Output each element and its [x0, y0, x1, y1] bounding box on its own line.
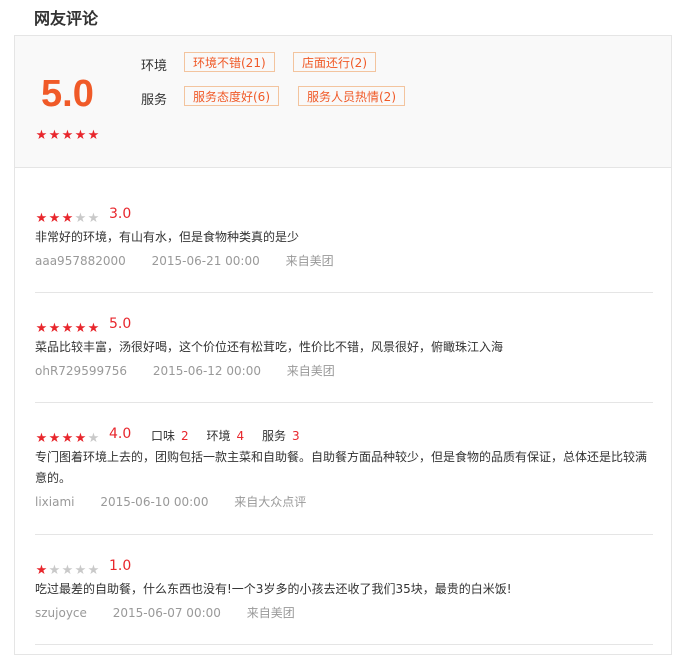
star-empty-icon: ★ — [87, 431, 100, 446]
review-user: aaa957882000 — [35, 254, 126, 268]
sub-score-label: 口味 — [151, 429, 176, 443]
star-filled-icon: ★ — [61, 321, 74, 336]
star-empty-icon: ★ — [74, 211, 87, 226]
star-filled-icon: ★ — [87, 321, 100, 336]
star-filled-icon: ★ — [74, 321, 87, 336]
sub-score-label: 环境 — [206, 429, 231, 443]
review-user: szujoyce — [35, 606, 87, 620]
review-text: 专门图着环境上去的，团购包括一款主菜和自助餐。自助餐方面品种较少，但是食物的品质… — [35, 450, 648, 485]
star-empty-icon: ★ — [61, 563, 74, 578]
review-score: 4.0 — [109, 426, 132, 442]
divider — [35, 402, 653, 403]
review-text: 吃过最差的自助餐，什么东西也没有!一个3岁多的小孩去还收了我们35块，最贵的白米… — [35, 582, 512, 596]
sub-score-value: 3 — [291, 429, 300, 443]
star-empty-icon: ★ — [48, 563, 61, 578]
review-score: 1.0 — [109, 558, 132, 574]
review-score: 5.0 — [109, 316, 132, 332]
tag-button[interactable]: 店面还行(2) — [293, 52, 376, 72]
review-time: 2015-06-10 00:00 — [100, 495, 209, 509]
review-source: 来自大众点评 — [234, 495, 307, 509]
review-meta: szujoyce 2015-06-07 00:00 来自美团 — [35, 604, 317, 621]
star-filled-icon: ★ — [74, 128, 87, 143]
rating-summary: 5.0 ★★★★★ 环境 环境不错(21) 店面还行(2) 服务 服务态度好(6… — [15, 36, 671, 168]
section-title: 网友评论 — [34, 9, 99, 28]
star-filled-icon: ★ — [61, 128, 74, 143]
sub-score-label: 服务 — [261, 429, 286, 443]
star-filled-icon: ★ — [61, 431, 74, 446]
tag-button[interactable]: 环境不错(21) — [184, 52, 275, 72]
review-stars: ★★★★★ — [35, 561, 100, 577]
star-filled-icon: ★ — [61, 211, 74, 226]
tag-button[interactable]: 服务人员热情(2) — [298, 86, 405, 106]
star-filled-icon: ★ — [48, 211, 61, 226]
reviews-panel: 5.0 ★★★★★ 环境 环境不错(21) 店面还行(2) 服务 服务态度好(6… — [14, 35, 672, 655]
review-user: lixiami — [35, 495, 75, 509]
tag-group-label: 环境 — [141, 59, 168, 74]
review-meta: ohR729599756 2015-06-12 00:00 来自美团 — [35, 362, 357, 379]
star-filled-icon: ★ — [87, 128, 100, 143]
review-stars: ★★★★★ — [35, 209, 100, 225]
sub-score-value: 2 — [181, 429, 189, 443]
star-filled-icon: ★ — [35, 563, 48, 578]
divider — [35, 292, 653, 293]
review-source: 来自美团 — [246, 606, 295, 620]
star-empty-icon: ★ — [87, 211, 100, 226]
review-sub-scores: 口味 2 环境 4 服务 3 — [151, 427, 314, 444]
review-source: 来自美团 — [285, 254, 334, 268]
review-time: 2015-06-07 00:00 — [112, 606, 221, 620]
star-filled-icon: ★ — [48, 128, 61, 143]
sub-score-value: 4 — [236, 429, 245, 443]
star-filled-icon: ★ — [35, 128, 48, 143]
star-filled-icon: ★ — [35, 321, 48, 336]
overall-stars: ★★★★★ — [35, 126, 100, 142]
star-filled-icon: ★ — [48, 321, 61, 336]
review-user: ohR729599756 — [35, 364, 127, 378]
review-stars: ★★★★★ — [35, 429, 100, 445]
star-empty-icon: ★ — [74, 563, 87, 578]
review-stars: ★★★★★ — [35, 319, 100, 335]
review-text: 非常好的环境，有山有水，但是食物种类真的是少 — [35, 230, 300, 244]
star-filled-icon: ★ — [48, 431, 61, 446]
review-score: 3.0 — [109, 206, 132, 222]
star-empty-icon: ★ — [87, 563, 100, 578]
review-meta: lixiami 2015-06-10 00:00 来自大众点评 — [35, 493, 328, 510]
tag-button[interactable]: 服务态度好(6) — [184, 86, 279, 106]
review-source: 来自美团 — [286, 364, 335, 378]
tag-group-label: 服务 — [141, 93, 168, 108]
review-text: 菜品比较丰富，汤很好喝，这个价位还有松茸吃，性价比不错，风景很好，俯瞰珠江入海 — [35, 340, 504, 354]
review-time: 2015-06-12 00:00 — [152, 364, 261, 378]
star-filled-icon: ★ — [35, 431, 48, 446]
overall-score: 5.0 — [41, 73, 94, 115]
divider — [35, 644, 653, 645]
star-filled-icon: ★ — [74, 431, 87, 446]
star-filled-icon: ★ — [35, 211, 48, 226]
review-meta: aaa957882000 2015-06-21 00:00 来自美团 — [35, 252, 356, 269]
divider — [35, 534, 653, 535]
review-time: 2015-06-21 00:00 — [151, 254, 260, 268]
